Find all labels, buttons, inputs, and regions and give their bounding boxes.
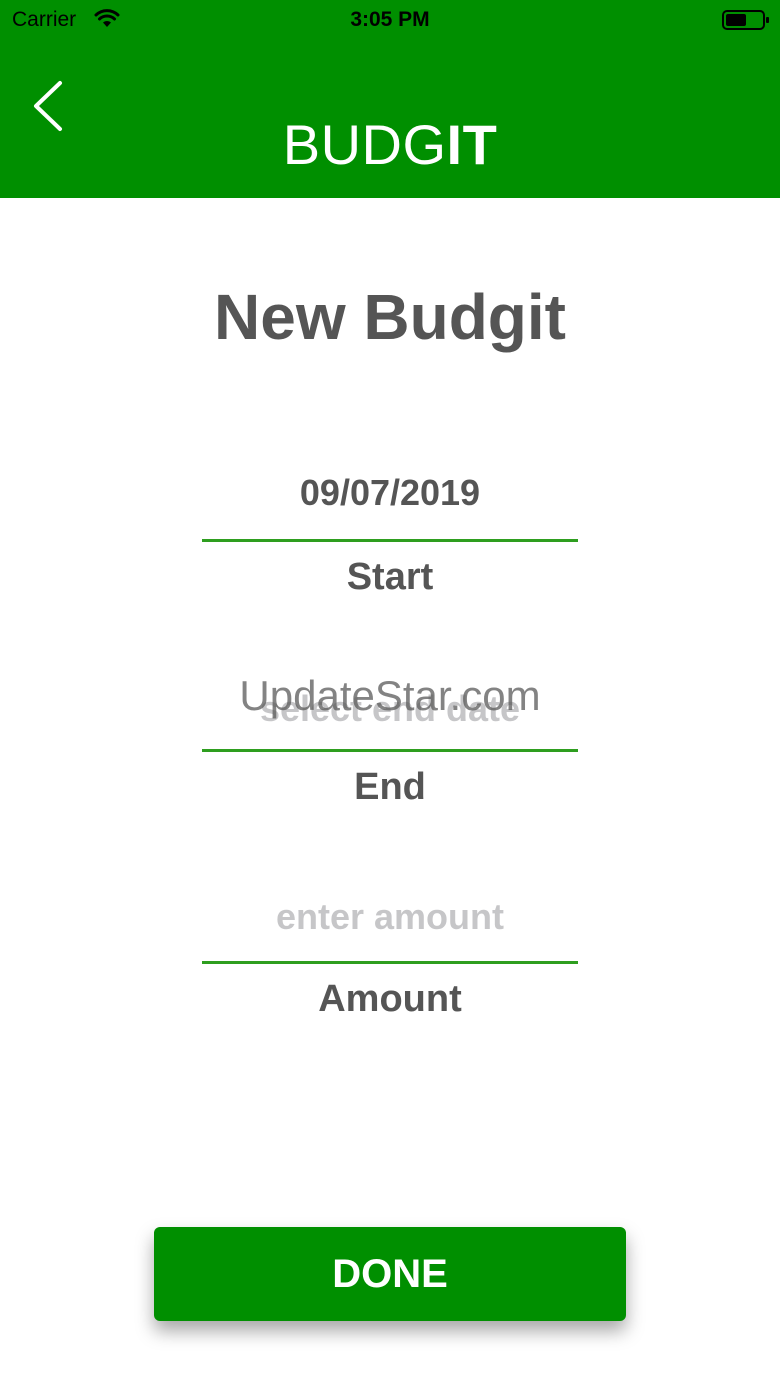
done-button[interactable]: DONE bbox=[154, 1227, 626, 1321]
status-bar: Carrier 3:05 PM bbox=[0, 0, 780, 40]
start-date-value[interactable]: 09/07/2019 bbox=[202, 472, 578, 514]
end-date-underline bbox=[202, 749, 578, 752]
start-date-field[interactable]: 09/07/2019 Start bbox=[202, 470, 578, 610]
end-date-field[interactable]: select end date End bbox=[202, 680, 578, 820]
app-logo: BUDGIT bbox=[0, 112, 780, 177]
amount-field[interactable]: enter amount Amount bbox=[202, 892, 578, 1032]
amount-placeholder[interactable]: enter amount bbox=[202, 896, 578, 938]
end-date-placeholder[interactable]: select end date bbox=[202, 688, 578, 730]
page-title: New Budgit bbox=[214, 281, 566, 353]
nav-bar: BUDGIT bbox=[0, 40, 780, 198]
new-budgit-screen: Carrier 3:05 PM BUDGIT New Budgit 09/07/… bbox=[0, 0, 780, 1387]
start-date-underline bbox=[202, 539, 578, 542]
header: Carrier 3:05 PM BUDGIT bbox=[0, 0, 780, 198]
amount-label: Amount bbox=[318, 978, 462, 1020]
amount-underline bbox=[202, 961, 578, 964]
status-time: 3:05 PM bbox=[350, 8, 430, 31]
brand-light-text: BUDG bbox=[282, 113, 447, 176]
battery-icon bbox=[722, 10, 769, 30]
brand-bold-text: IT bbox=[446, 113, 498, 176]
start-date-label: Start bbox=[346, 556, 434, 598]
end-date-label: End bbox=[354, 766, 426, 808]
